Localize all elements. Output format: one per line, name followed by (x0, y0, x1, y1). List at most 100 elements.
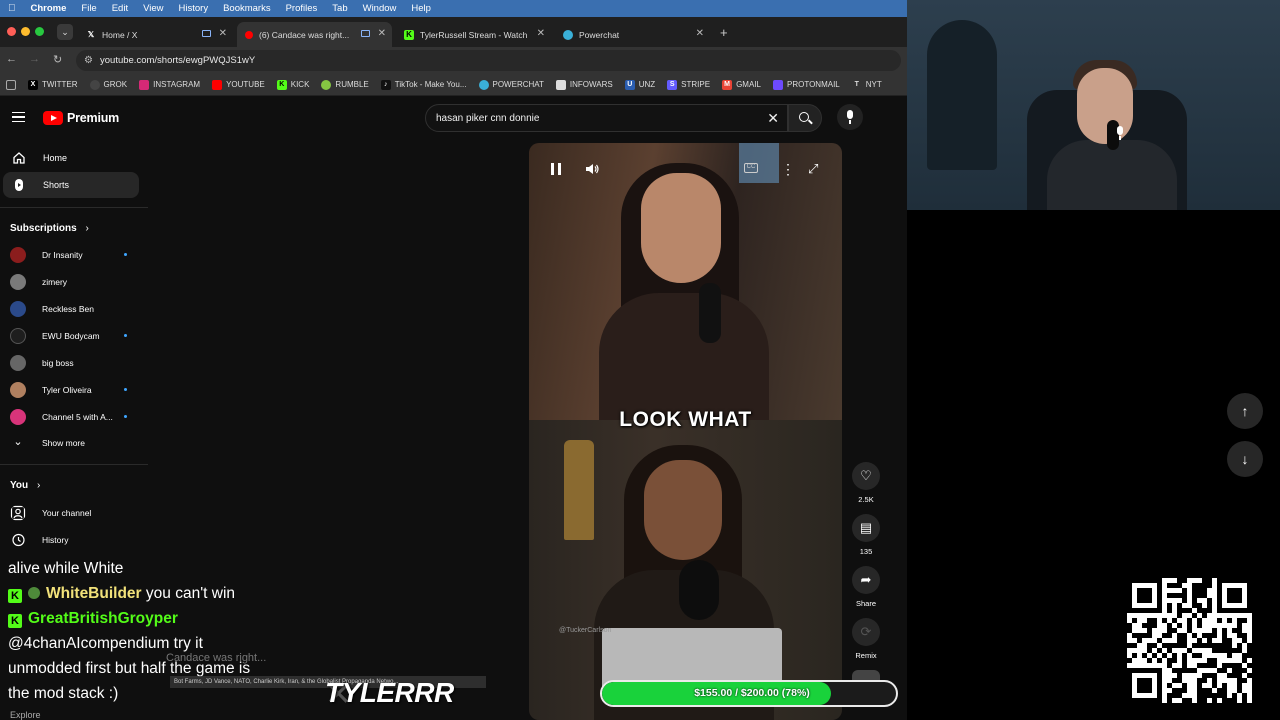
reload-icon[interactable]: ↻ (53, 53, 62, 66)
share-label: Share (855, 599, 876, 608)
close-tab-icon[interactable]: ✕ (696, 28, 704, 39)
bookmark-label: STRIPE (681, 80, 711, 89)
bookmark-youtube[interactable]: YOUTUBE (212, 79, 265, 90)
new-tab-button[interactable]: + (720, 25, 728, 40)
remix-icon: ⟳ (852, 618, 880, 646)
sidebar-item-home[interactable]: Home (3, 145, 139, 171)
more-options-icon[interactable]: ⋮ (781, 161, 795, 178)
tab-youtube-short[interactable]: (6) Candace was right... ✕ (237, 22, 392, 47)
bookmark-stripe[interactable]: S STRIPE (667, 79, 711, 90)
bookmark-infowars[interactable]: INFOWARS (555, 79, 613, 90)
chat-text: @4chanAIcompendium try it (8, 635, 203, 652)
tab-home-x[interactable]: 𝕏 Home / X ✕ (78, 22, 233, 47)
mute-tab-icon[interactable] (361, 30, 370, 37)
video-caption: LOOK WHAT (619, 408, 752, 431)
bookmark-label: TWITTER (42, 80, 78, 89)
address-url[interactable]: youtube.com/shorts/ewgPWQJS1wY (100, 55, 255, 66)
sidebar-item-your-channel[interactable]: Your channel (10, 502, 135, 524)
subscription-item[interactable]: Dr Insanity (10, 244, 135, 266)
menubar-app-name[interactable]: Chrome (31, 3, 67, 14)
menu-view[interactable]: View (143, 3, 163, 14)
search-input[interactable]: hasan piker cnn donnie (436, 113, 539, 124)
youtube-logo[interactable]: Premium (43, 111, 119, 125)
youtube-icon (245, 30, 253, 39)
like-button[interactable]: ♡ 2.5K (851, 462, 881, 504)
home-icon (13, 152, 25, 164)
menu-window[interactable]: Window (363, 3, 397, 14)
menu-bookmarks[interactable]: Bookmarks (223, 3, 271, 14)
bookmark-unz[interactable]: U UNZ (624, 79, 655, 90)
menu-tab[interactable]: Tab (332, 3, 347, 14)
tab-powerchat[interactable]: Powerchat ✕ (555, 22, 710, 47)
sidebar-explore-heading[interactable]: Explore (10, 710, 41, 720)
bookmark-instagram[interactable]: INSTAGRAM (139, 79, 200, 90)
previous-short-button[interactable]: ↑ (1227, 393, 1263, 429)
subscription-item[interactable]: Tyler Oliveira (10, 379, 135, 401)
volume-icon[interactable] (585, 163, 600, 175)
user-badge-icon (28, 587, 40, 599)
menu-profiles[interactable]: Profiles (286, 3, 318, 14)
comments-button[interactable]: ▤ 135 (851, 514, 881, 556)
bookmark-twitter[interactable]: X TWITTER (28, 79, 78, 90)
apps-grid-icon[interactable] (6, 79, 16, 90)
you-heading[interactable]: You › (10, 480, 40, 491)
tab-search-icon[interactable]: ⌄ (57, 24, 73, 40)
tab-title: Home / X (102, 29, 138, 40)
back-arrow-icon[interactable]: ← (6, 53, 17, 65)
bookmark-tiktok[interactable]: ♪ TikTok - Make You... (380, 79, 467, 90)
bookmark-rumble[interactable]: RUMBLE (321, 79, 369, 90)
bookmark-protonmail[interactable]: PROTONMAIL (772, 79, 840, 90)
bookmark-powerchat[interactable]: POWERCHAT (478, 79, 544, 90)
bookmark-gmail[interactable]: M GMAIL (722, 79, 761, 90)
captions-icon[interactable]: CC (744, 163, 758, 173)
chat-text: you can't win (145, 585, 236, 602)
bookmark-label: NYT (865, 80, 882, 89)
tab-kick-stream[interactable]: K TylerRussell Stream - Watch ✕ (396, 22, 551, 47)
bookmark-label: INFOWARS (569, 80, 613, 89)
fullscreen-icon[interactable]: ⤢ (808, 161, 818, 177)
bookmark-kick[interactable]: K KICK (276, 79, 309, 90)
subscription-item[interactable]: big boss (10, 352, 135, 374)
next-short-button[interactable]: ↓ (1227, 441, 1263, 477)
menu-icon[interactable] (12, 112, 25, 122)
search-button[interactable] (788, 104, 822, 132)
sidebar-item-history[interactable]: History (10, 529, 135, 551)
minimize-window-button[interactable] (21, 27, 30, 36)
close-tab-icon[interactable]: ✕ (219, 28, 227, 39)
subscription-item[interactable]: Channel 5 with A... (10, 406, 135, 428)
short-title[interactable]: Candace was right... (166, 652, 266, 664)
menu-file[interactable]: File (81, 3, 96, 14)
zoom-window-button[interactable] (35, 27, 44, 36)
close-tab-icon[interactable]: ✕ (537, 28, 545, 39)
close-tab-icon[interactable]: ✕ (378, 28, 386, 39)
site-info-icon[interactable]: ⚙ (84, 55, 93, 66)
subscription-item[interactable]: Reckless Ben (10, 298, 135, 320)
share-button[interactable]: ➦ Share (851, 566, 881, 608)
forward-arrow-icon[interactable]: → (29, 53, 40, 65)
menu-help[interactable]: Help (411, 3, 431, 14)
address-bar[interactable]: ⚙ youtube.com/shorts/ewgPWQJS1wY (76, 50, 901, 71)
stripe-icon: S (667, 79, 678, 90)
apple-icon[interactable]:  (8, 3, 16, 14)
shorts-video-player[interactable]: LOOK WHAT CC ⋮ ⤢ @TuckerCarlson (529, 143, 842, 720)
subscriptions-heading[interactable]: Subscriptions › (10, 223, 89, 234)
remix-button[interactable]: ⟳ Remix (851, 618, 881, 660)
show-more-button[interactable]: ⌄ Show more (10, 432, 135, 454)
voice-search-button[interactable] (837, 104, 863, 130)
comment-icon: ▤ (852, 514, 880, 542)
pause-icon[interactable] (551, 163, 561, 175)
sidebar-item-shorts[interactable]: Shorts (3, 172, 139, 198)
bookmark-label: TikTok - Make You... (394, 80, 467, 89)
mute-tab-icon[interactable] (202, 30, 211, 37)
menu-history[interactable]: History (179, 3, 209, 14)
channel-handle[interactable]: @TuckerCarlson (559, 627, 611, 634)
clear-search-icon[interactable]: ✕ (767, 110, 779, 127)
bookmark-grok[interactable]: GROK (89, 79, 127, 90)
close-window-button[interactable] (7, 27, 16, 36)
bookmark-nyt[interactable]: T NYT (852, 80, 882, 90)
menu-edit[interactable]: Edit (112, 3, 128, 14)
subscription-item[interactable]: EWU Bodycam (10, 325, 135, 347)
goal-text: $155.00 / $200.00 (78%) (694, 687, 810, 699)
subscription-item[interactable]: zimery (10, 271, 135, 293)
search-box[interactable]: hasan piker cnn donnie ✕ (425, 104, 788, 132)
